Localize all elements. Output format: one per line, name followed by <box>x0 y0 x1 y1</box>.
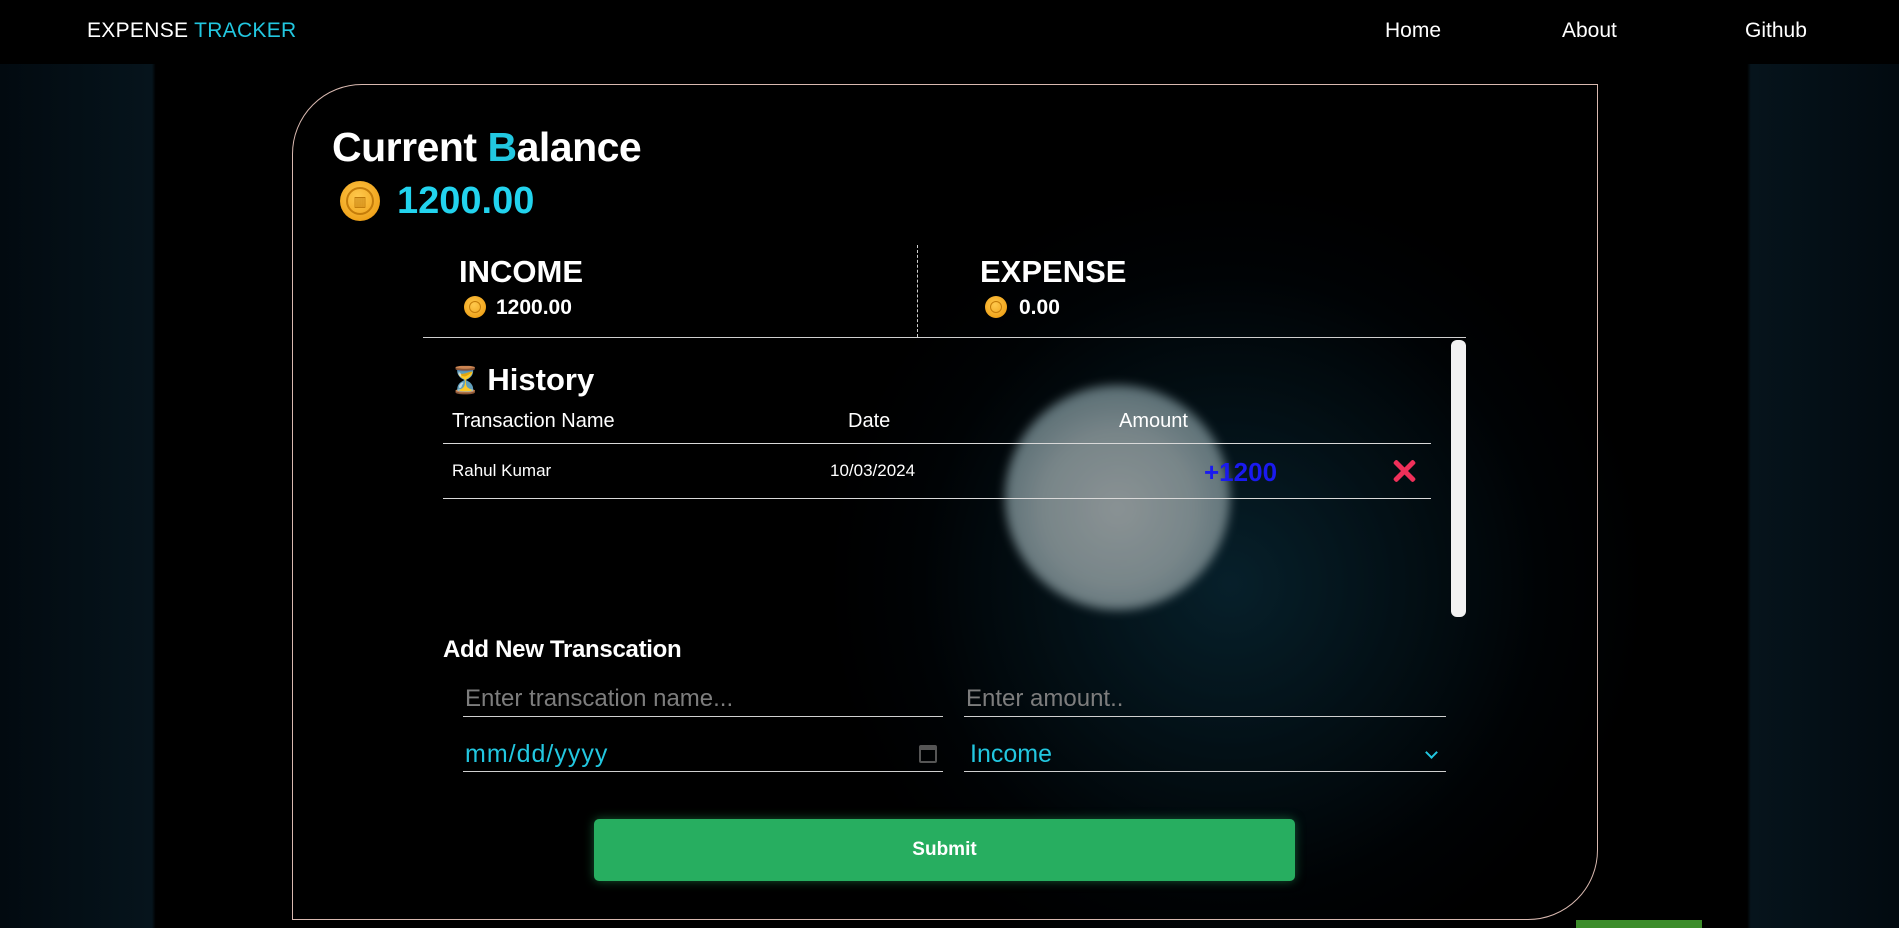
nav-link-github[interactable]: Github <box>1745 19 1807 43</box>
bank-coin-icon: ▥ <box>340 181 380 221</box>
column-header-amount: Amount <box>1119 410 1188 432</box>
balance-title-rest: alance <box>516 124 642 170</box>
delete-icon[interactable] <box>1389 456 1419 486</box>
brand-logo[interactable]: EXPENSE TRACKER <box>87 19 297 43</box>
date-input[interactable]: mm/dd/yyyy <box>463 736 943 772</box>
brand-accent-text: TRACKER <box>194 19 297 42</box>
balance-amount: 1200.00 <box>397 180 535 222</box>
coin-icon <box>985 296 1007 318</box>
summary-divider <box>917 245 918 337</box>
column-header-name: Transaction Name <box>452 410 615 432</box>
balance-title-accent: B <box>487 124 517 170</box>
row-divider <box>443 498 1431 499</box>
expense-label: EXPENSE <box>980 254 1127 289</box>
nav-link-home[interactable]: Home <box>1385 19 1441 43</box>
calendar-icon[interactable] <box>919 745 937 763</box>
nav-link-about[interactable]: About <box>1562 19 1617 43</box>
balance-title-text: Current <box>332 124 488 170</box>
coin-icon <box>464 296 486 318</box>
status-chip <box>1576 920 1702 928</box>
balance-title: Current Balance <box>332 124 642 171</box>
navbar: EXPENSE TRACKER Home About Github <box>0 0 1899 64</box>
column-header-date: Date <box>848 410 891 432</box>
history-title: ⏳ History <box>449 362 594 398</box>
history-title-text: History <box>487 362 595 397</box>
history-scrollbar[interactable] <box>1451 340 1466 617</box>
submit-button[interactable]: Submit <box>594 819 1295 881</box>
transaction-amount: +1200 <box>1204 457 1278 487</box>
header-divider <box>443 443 1431 444</box>
income-label: INCOME <box>459 254 583 289</box>
date-input-value: mm/dd/yyyy <box>465 740 609 768</box>
amount-input[interactable] <box>964 681 1446 717</box>
income-value: 1200.00 <box>496 296 572 319</box>
type-select[interactable]: Income <box>964 736 1446 772</box>
transaction-date: 10/03/2024 <box>830 461 916 480</box>
hourglass-icon: ⏳ <box>449 364 482 395</box>
expense-value: 0.00 <box>1019 296 1060 319</box>
type-select-value: Income <box>970 740 1052 768</box>
chevron-down-icon <box>1425 746 1438 759</box>
transaction-name: Rahul Kumar <box>452 461 552 480</box>
transaction-name-input[interactable] <box>463 681 943 717</box>
form-title: Add New Transcation <box>443 636 682 663</box>
brand-text: EXPENSE <box>87 19 195 42</box>
